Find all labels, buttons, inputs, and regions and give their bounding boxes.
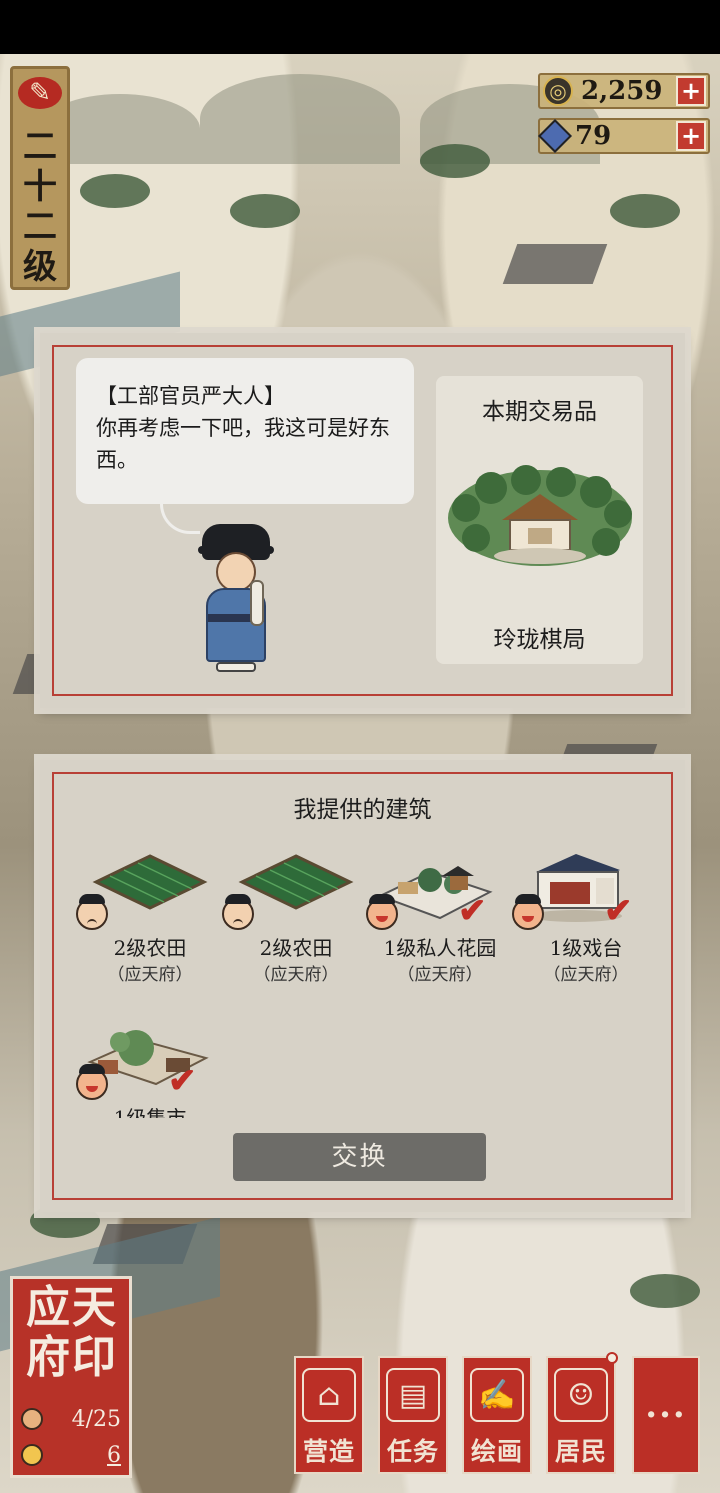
building-icon: ⌂ — [302, 1368, 356, 1422]
residents-row: 4/25 — [21, 1403, 127, 1435]
list-clip-edge — [60, 1118, 660, 1132]
add-coins-button[interactable]: + — [676, 76, 706, 106]
painting-icon: ✍ — [470, 1368, 524, 1422]
offer-building-market[interactable]: ✔ 1级集市 — [76, 1022, 220, 1162]
city-seal-panel[interactable]: 应天府印 4/25 6 — [10, 1276, 132, 1478]
happiness-row: 6 — [21, 1439, 127, 1471]
menu-painting-button[interactable]: ✍ 绘画 — [462, 1356, 532, 1474]
speech-bubble: 【工部官员严大人】 你再考虑一下吧，我这可是好东西。 — [76, 358, 414, 504]
menu-tasks-button[interactable]: ▤ 任务 — [378, 1356, 448, 1474]
building-name: 2级农田 — [113, 936, 187, 960]
building-city: （应天府） — [543, 965, 629, 985]
sad-face-icon — [76, 894, 108, 930]
menu-label: 营造 — [302, 1437, 355, 1466]
building-name: 2级农田 — [259, 936, 333, 960]
notification-dot — [606, 1352, 618, 1364]
selected-check-icon: ✔ — [168, 1061, 197, 1101]
coin-counter: ◎ 2,259 + — [538, 73, 710, 109]
brush-icon: ✎ — [18, 77, 62, 109]
player-level-badge[interactable]: ✎ 二十二级 — [10, 66, 70, 290]
offer-building-private-garden[interactable]: ✔ 1级私人花园 （应天府） — [366, 852, 510, 992]
selected-check-icon: ✔ — [604, 891, 633, 931]
menu-label: 任务 — [386, 1437, 439, 1466]
scroll-icon: ▤ — [386, 1368, 440, 1422]
building-name: 1级私人花园 — [383, 936, 497, 960]
speaker-name: 【工部官员严大人】 — [96, 384, 285, 408]
status-bar — [0, 0, 720, 54]
menu-residents-button[interactable]: ☺ 居民 — [546, 1352, 618, 1474]
speech-message: 你再考虑一下吧，我这可是好东西。 — [96, 416, 390, 472]
building-city: （应天府） — [107, 965, 193, 985]
city-seal-name: 应天府印 — [26, 1282, 118, 1383]
menu-more-button[interactable]: ··· — [632, 1356, 700, 1474]
token-counter: 79 + — [538, 118, 710, 154]
residents-count: 4/25 — [71, 1406, 121, 1432]
smile-icon — [21, 1444, 43, 1466]
menu-label: 居民 — [554, 1437, 607, 1466]
happy-count: 6 — [107, 1442, 121, 1468]
happy-face-icon — [76, 1064, 108, 1100]
building-name: 1级戏台 — [549, 936, 623, 960]
offer-building-stage[interactable]: ✔ 1级戏台 （应天府） — [512, 852, 656, 992]
selected-check-icon: ✔ — [458, 891, 487, 931]
trade-item-name: 玲珑棋局 — [493, 627, 586, 653]
exchange-button[interactable]: 交换 — [233, 1133, 486, 1181]
trade-item-heading: 本期交易品 — [482, 399, 597, 425]
trade-item-card[interactable]: 本期交易品 玲珑棋局 — [436, 376, 643, 664]
copper-coin-icon: ◎ — [543, 76, 573, 106]
official-portrait — [196, 518, 276, 674]
token-amount: 79 — [575, 121, 612, 151]
resident-icon — [21, 1408, 43, 1430]
offer-building-farmland-2[interactable]: 2级农田 （应天府） — [222, 852, 366, 992]
offer-heading: 我提供的建筑 — [293, 797, 432, 823]
resident-icon: ☺ — [554, 1368, 608, 1422]
menu-label: 绘画 — [470, 1437, 523, 1466]
coin-amount: 2,259 — [581, 76, 663, 106]
happy-face-icon — [512, 894, 544, 930]
sad-face-icon — [222, 894, 254, 930]
menu-build-button[interactable]: ⌂ 营造 — [294, 1356, 364, 1474]
player-level-text: 二十二级 — [23, 127, 57, 287]
offer-building-farmland-1[interactable]: 2级农田 （应天府） — [76, 852, 220, 992]
building-city: （应天府） — [397, 965, 483, 985]
chess-pavilion-illustration — [448, 465, 632, 566]
add-tokens-button[interactable]: + — [676, 121, 706, 151]
happy-face-icon — [366, 894, 398, 930]
building-city: （应天府） — [253, 965, 339, 985]
